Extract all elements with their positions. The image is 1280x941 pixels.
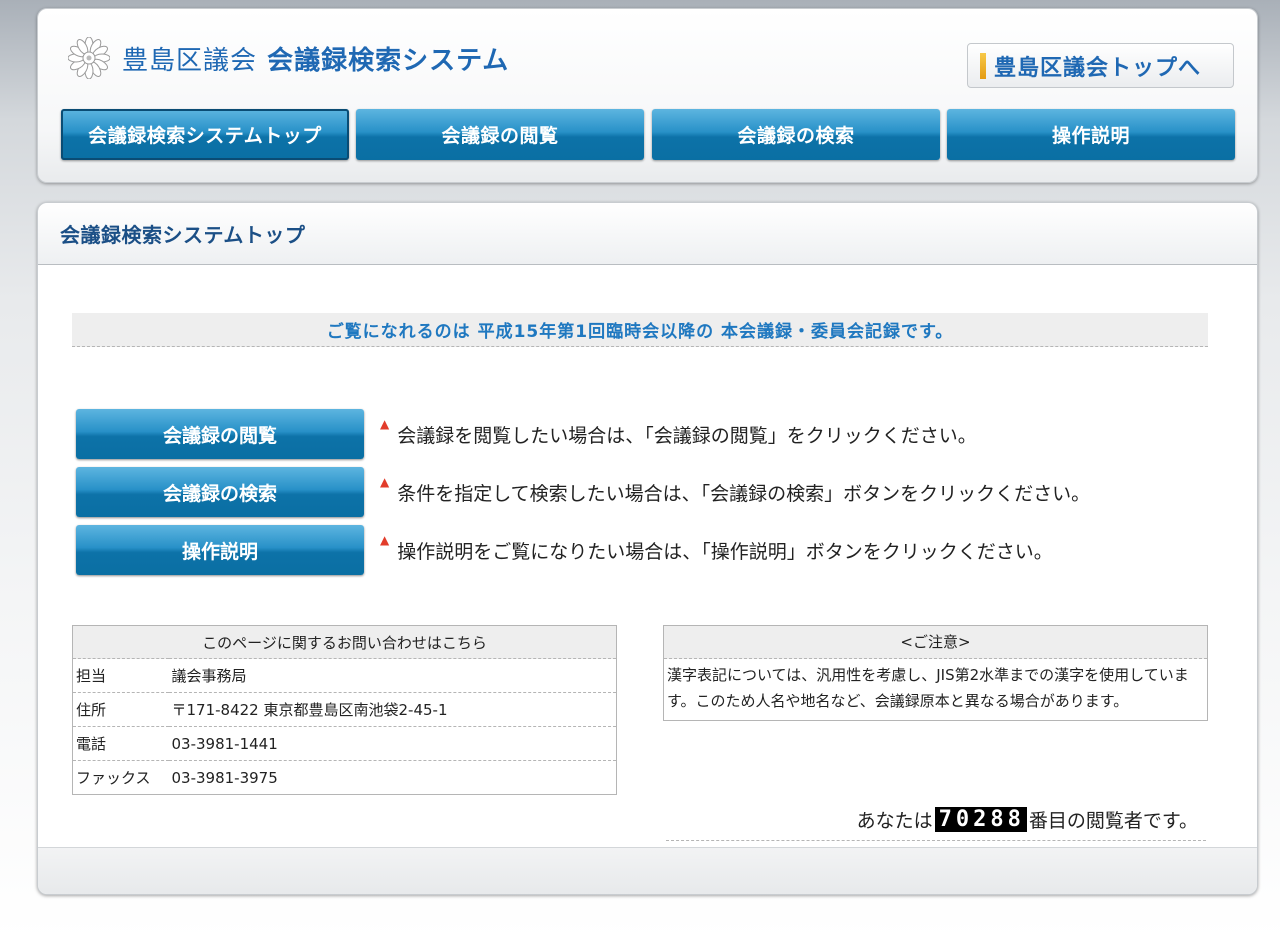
caution-body: 漢字表記については、汎用性を考慮し、JIS第2水準までの漢字を使用しています。こ… xyxy=(667,666,1189,710)
bullet-arrow-icon: ▲ xyxy=(380,416,390,431)
availability-notice: ご覧になれるのは 平成15年第1回臨時会以降の 本会議録・委員会記録です。 xyxy=(72,313,1208,347)
nav-browse[interactable]: 会議録の閲覧 xyxy=(356,109,644,160)
contact-value: 03-3981-3975 xyxy=(171,768,278,787)
contact-key: 担当 xyxy=(72,658,169,693)
search-button[interactable]: 会議録の検索 xyxy=(76,467,364,517)
counter-suffix: 番目の閲覧者です。 xyxy=(1028,810,1198,832)
main-panel: 会議録検索システムトップ ご覧になれるのは 平成15年第1回臨時会以降の 本会議… xyxy=(37,202,1258,895)
site-title: 豊島区議会 会議録検索システム xyxy=(122,40,509,77)
contact-table: このページに関するお問い合わせはこちら 担当 議会事務局 住所 〒171-842… xyxy=(72,625,617,795)
link-bar-icon xyxy=(980,52,986,79)
search-description-text: 条件を指定して検索したい場合は、「会議録の検索」ボタンをクリックください。 xyxy=(397,482,1091,505)
page-title: 会議録検索システムトップ xyxy=(38,203,1257,265)
contact-value: 〒171-8422 東京都豊島区南池袋2-45-1 xyxy=(168,692,617,727)
help-description: ▲ 操作説明をご覧になりたい場合は、「操作説明」ボタンをクリックください。 xyxy=(380,533,1053,564)
nav-search[interactable]: 会議録の検索 xyxy=(652,109,940,160)
table-row: ファックス 03-3981-3975 xyxy=(73,761,617,795)
table-row: 電話 03-3981-1441 xyxy=(72,726,617,761)
site-title-sub: 会議録検索システム xyxy=(267,45,510,76)
contact-key: 電話 xyxy=(72,726,169,761)
caution-box: <ご注意> 漢字表記については、汎用性を考慮し、JIS第2水準までの漢字を使用し… xyxy=(663,625,1208,721)
table-row: 住所 〒171-8422 東京都豊島区南池袋2-45-1 xyxy=(72,692,617,727)
browse-description: ▲ 会議録を閲覧したい場合は、「会議録の閲覧」をクリックください。 xyxy=(380,417,977,448)
action-row-search: 会議録の検索 ▲ 条件を指定して検索したい場合は、「会議録の検索」ボタンをクリッ… xyxy=(76,467,1090,517)
contact-value: 議会事務局 xyxy=(168,658,617,693)
table-row: 担当 議会事務局 xyxy=(72,658,617,693)
browse-description-text: 会議録を閲覧したい場合は、「会議録の閲覧」をクリックください。 xyxy=(397,424,977,447)
main-footer xyxy=(38,847,1257,894)
contact-key: ファックス xyxy=(76,769,151,787)
action-row-help: 操作説明 ▲ 操作説明をご覧になりたい場合は、「操作説明」ボタンをクリックくださ… xyxy=(76,525,1053,575)
nav-system-top[interactable]: 会議録検索システムトップ xyxy=(61,109,349,160)
search-description: ▲ 条件を指定して検索したい場合は、「会議録の検索」ボタンをクリックください。 xyxy=(380,475,1091,506)
chrysanthemum-icon xyxy=(68,37,110,79)
counter-prefix: あなたは xyxy=(856,810,933,832)
bullet-arrow-icon: ▲ xyxy=(380,474,390,489)
site-title-main: 豊島区議会 xyxy=(122,45,258,76)
counter-digits: 70288 xyxy=(934,807,1027,832)
visitor-counter: あなたは 70288 番目の閲覧者です。 xyxy=(666,799,1206,841)
action-row-browse: 会議録の閲覧 ▲ 会議録を閲覧したい場合は、「会議録の閲覧」をクリックください。 xyxy=(76,409,977,459)
nav-help[interactable]: 操作説明 xyxy=(947,109,1235,160)
council-top-link-label: 豊島区議会トップへ xyxy=(994,55,1202,81)
header-panel: 豊島区議会 会議録検索システム 豊島区議会トップへ 会議録検索システムトップ 会… xyxy=(37,8,1258,183)
help-description-text: 操作説明をご覧になりたい場合は、「操作説明」ボタンをクリックください。 xyxy=(397,540,1053,563)
help-button[interactable]: 操作説明 xyxy=(76,525,364,575)
caution-heading: <ご注意> xyxy=(664,626,1207,659)
council-top-link[interactable]: 豊島区議会トップへ xyxy=(967,43,1234,88)
contact-heading: このページに関するお問い合わせはこちら xyxy=(72,625,617,659)
bullet-arrow-icon: ▲ xyxy=(380,532,390,547)
browse-button[interactable]: 会議録の閲覧 xyxy=(76,409,364,459)
contact-value: 03-3981-1441 xyxy=(168,726,617,761)
contact-key: 住所 xyxy=(72,692,169,727)
site-logo[interactable]: 豊島区議会 会議録検索システム xyxy=(68,37,509,79)
